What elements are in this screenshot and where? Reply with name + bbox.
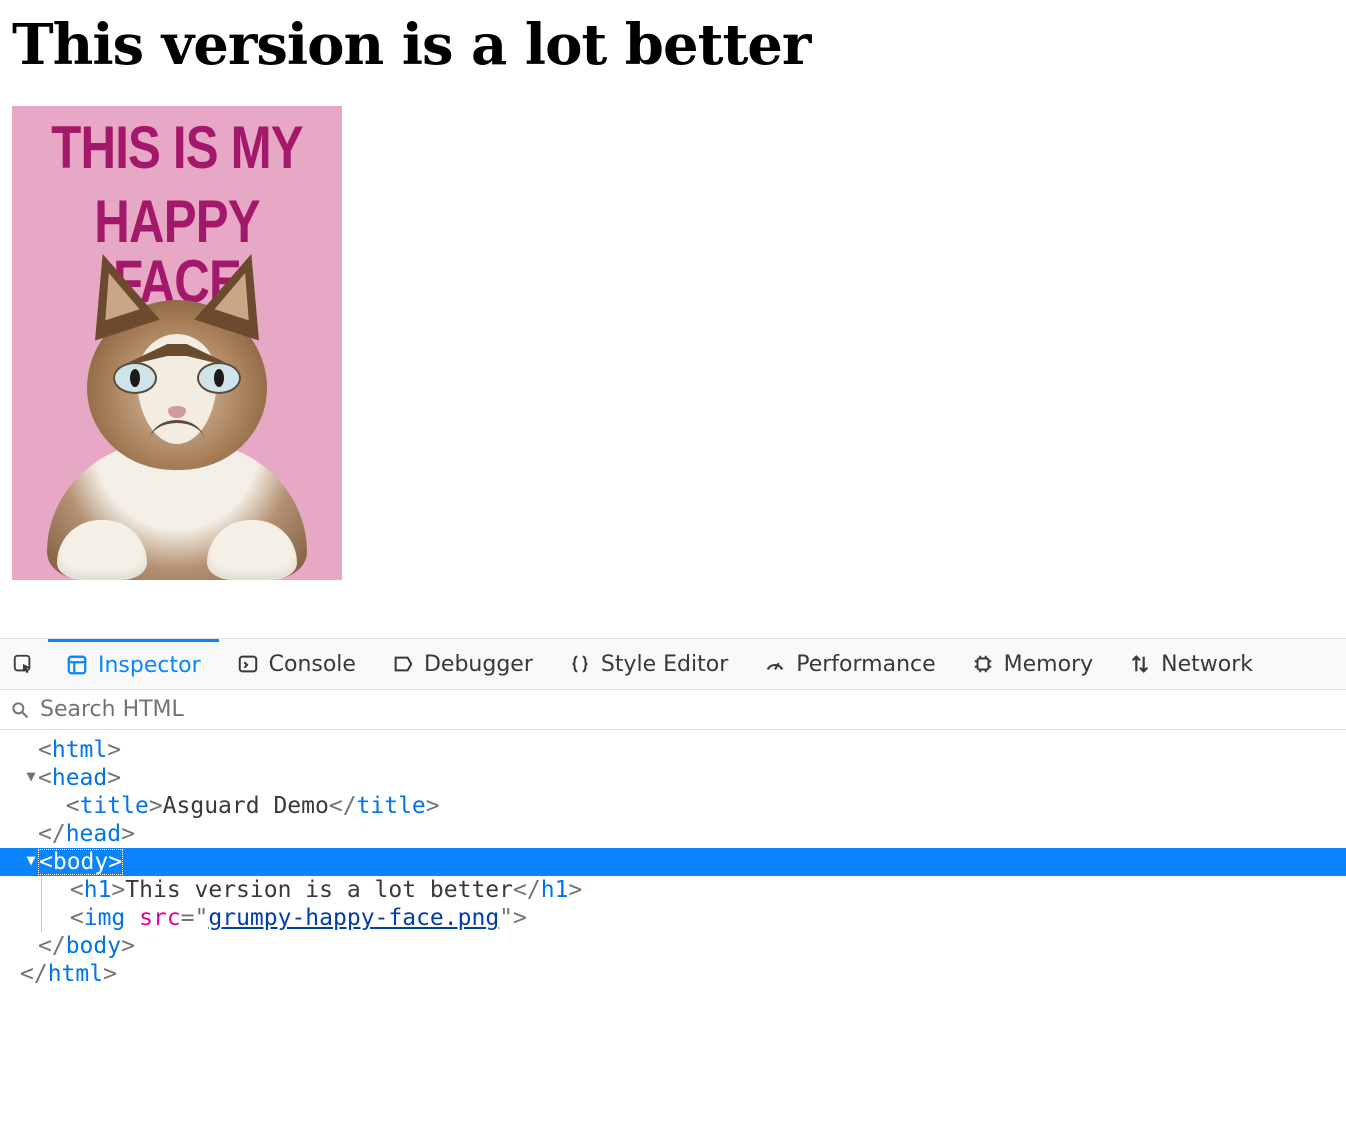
tab-style-editor[interactable]: Style Editor [551, 639, 746, 689]
tab-performance-label: Performance [796, 652, 935, 677]
tab-console[interactable]: Console [219, 639, 374, 689]
performance-icon [764, 653, 786, 675]
tree-row-head-close[interactable]: </head> [24, 820, 1346, 848]
tree-row-img[interactable]: <img src="grumpy-happy-face.png"> [24, 904, 1346, 932]
element-picker-icon [12, 653, 34, 675]
dom-tree[interactable]: <html> <head> <title>Asguard Demo</title… [0, 730, 1346, 988]
devtools-panel: Inspector Console Debugger Style Editor [0, 638, 1346, 988]
style-editor-icon [569, 653, 591, 675]
tab-memory-label: Memory [1004, 652, 1093, 677]
tree-row-html-close[interactable]: </html> [6, 960, 1346, 988]
tab-inspector[interactable]: Inspector [48, 639, 219, 689]
tab-inspector-label: Inspector [98, 653, 201, 678]
tree-row-h1[interactable]: <h1>This version is a lot better</h1> [24, 876, 1346, 904]
memory-icon [972, 653, 994, 675]
tab-debugger-label: Debugger [424, 652, 533, 677]
debugger-icon [392, 653, 414, 675]
tree-row-head-open[interactable]: <head> [24, 764, 1346, 792]
inspector-icon [66, 654, 88, 676]
page-content: This version is a lot better THIS IS MY … [0, 0, 1346, 580]
tree-row-body-open-selected[interactable]: <body> [0, 848, 1346, 876]
html-search-input[interactable] [38, 696, 1336, 723]
cat-illustration [17, 270, 337, 580]
page-heading: This version is a lot better [12, 12, 1334, 78]
element-picker-button[interactable] [0, 639, 48, 689]
tree-row-title[interactable]: <title>Asguard Demo</title> [24, 792, 1346, 820]
meme-image: THIS IS MY HAPPY FACE [12, 106, 342, 580]
html-search-bar[interactable] [0, 690, 1346, 730]
tree-row-body-close[interactable]: </body> [24, 932, 1346, 960]
network-icon [1129, 653, 1151, 675]
tree-row-html-open[interactable]: <html> [24, 736, 1346, 764]
meme-text-line-1: THIS IS MY [42, 118, 313, 178]
tab-network-label: Network [1161, 652, 1253, 677]
tab-debugger[interactable]: Debugger [374, 639, 551, 689]
tab-performance[interactable]: Performance [746, 639, 953, 689]
tab-console-label: Console [269, 652, 356, 677]
tab-style-editor-label: Style Editor [601, 652, 728, 677]
tab-network[interactable]: Network [1111, 639, 1271, 689]
console-icon [237, 653, 259, 675]
tab-memory[interactable]: Memory [954, 639, 1111, 689]
devtools-toolbar: Inspector Console Debugger Style Editor [0, 638, 1346, 690]
search-icon [10, 700, 30, 720]
